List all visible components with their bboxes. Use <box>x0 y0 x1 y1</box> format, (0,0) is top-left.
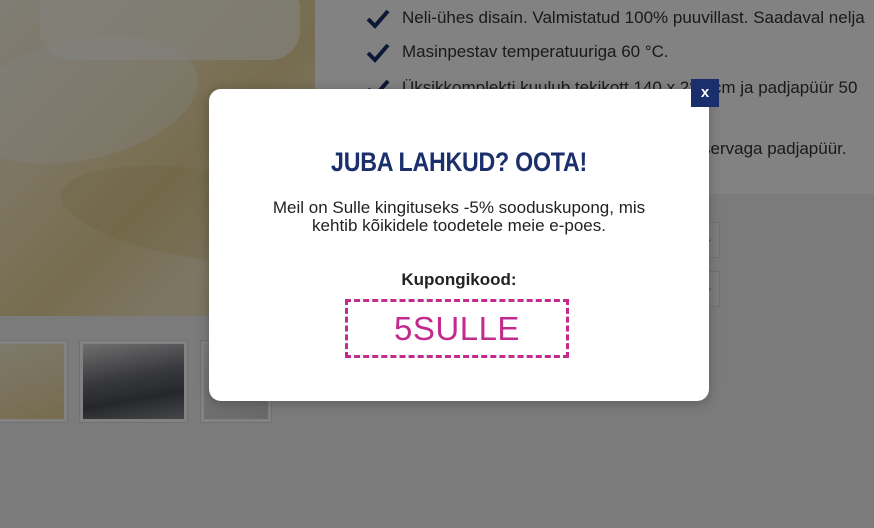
coupon-label: Kupongikood: <box>401 270 517 289</box>
popup-title: JUBA LAHKUD? OOTA! <box>331 147 587 177</box>
exit-intent-popup: JUBA LAHKUD? OOTA! Meil on Sulle kingitu… <box>209 89 709 401</box>
popup-description: Meil on Sulle kingituseks -5% sooduskupo… <box>272 198 646 235</box>
coupon-code-box[interactable]: 5SULLE <box>345 299 569 358</box>
coupon-code[interactable]: 5SULLE <box>394 310 520 348</box>
close-popup-button[interactable]: x <box>691 79 719 107</box>
